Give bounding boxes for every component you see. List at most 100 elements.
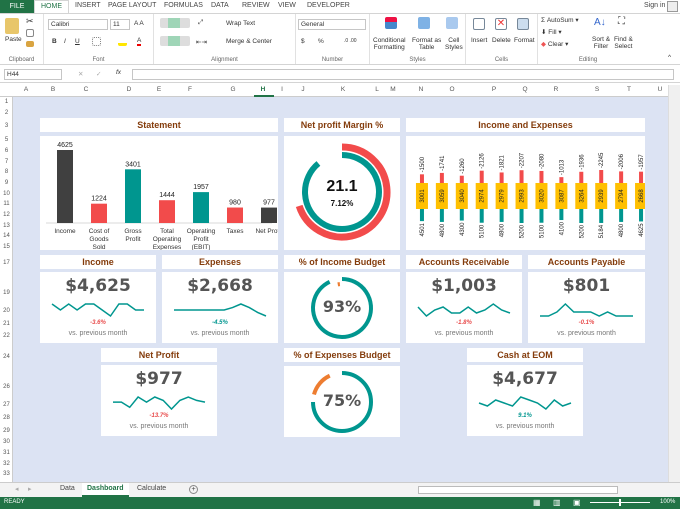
- row-header-13[interactable]: 13: [1, 223, 12, 229]
- number-format-select[interactable]: General: [298, 19, 366, 30]
- row-header-33[interactable]: 33: [1, 471, 12, 477]
- binoculars-icon[interactable]: ⛶: [618, 16, 625, 27]
- font-size-select[interactable]: 11: [110, 19, 130, 30]
- sheet-tab-calculate[interactable]: Calculate: [137, 485, 166, 492]
- row-header-29[interactable]: 29: [1, 428, 12, 434]
- column-header-D[interactable]: D: [127, 86, 132, 93]
- row-header-26[interactable]: 26: [1, 384, 12, 390]
- font-color-icon[interactable]: A: [137, 37, 142, 46]
- column-header-U[interactable]: U: [658, 86, 663, 93]
- row-header-14[interactable]: 14: [1, 233, 12, 239]
- cell-styles-button[interactable]: Cell Styles: [445, 37, 463, 51]
- row-header-10[interactable]: 10: [1, 191, 12, 197]
- column-header-P[interactable]: P: [492, 86, 496, 93]
- format-as-table-button[interactable]: Format as Table: [412, 37, 441, 51]
- row-header-9[interactable]: 9: [1, 180, 12, 186]
- column-header-M[interactable]: M: [390, 86, 395, 93]
- row-header-12[interactable]: 12: [1, 212, 12, 218]
- column-header-Q[interactable]: Q: [522, 86, 527, 93]
- column-header-R[interactable]: R: [554, 86, 559, 93]
- paste-button[interactable]: Paste: [5, 36, 22, 43]
- row-header-8[interactable]: 8: [1, 169, 12, 175]
- percent-button[interactable]: %: [318, 38, 324, 45]
- paste-icon[interactable]: [5, 18, 19, 34]
- borders-icon[interactable]: [92, 37, 101, 46]
- insert-function-icon[interactable]: fx: [116, 69, 121, 76]
- italic-button[interactable]: I: [64, 38, 66, 45]
- grow-font-icon[interactable]: A A: [134, 20, 144, 27]
- format-button[interactable]: Format: [514, 37, 535, 44]
- row-header-19[interactable]: 19: [1, 290, 12, 296]
- indent-icons[interactable]: ⇤⇥: [196, 38, 207, 46]
- delete-button[interactable]: Delete: [492, 37, 511, 44]
- tab-file[interactable]: FILE: [0, 0, 34, 13]
- sheet-tab-dashboard[interactable]: Dashboard: [82, 483, 129, 497]
- tab-insert[interactable]: INSERT: [75, 2, 101, 9]
- column-header-E[interactable]: E: [157, 86, 161, 93]
- column-header-S[interactable]: S: [595, 86, 599, 93]
- horizontal-scrollbar[interactable]: [418, 486, 618, 494]
- row-header-5[interactable]: 5: [1, 137, 12, 143]
- row-header-32[interactable]: 32: [1, 461, 12, 467]
- find-select-button[interactable]: Find & Select: [614, 36, 633, 50]
- copy-icon[interactable]: [26, 29, 34, 37]
- conditional-formatting-icon[interactable]: [385, 17, 397, 29]
- collapse-ribbon-icon[interactable]: ^: [668, 54, 671, 61]
- column-header-T[interactable]: T: [627, 86, 631, 93]
- delete-cells-icon[interactable]: ✕: [495, 18, 507, 30]
- tab-view[interactable]: VIEW: [278, 2, 296, 9]
- format-cells-icon[interactable]: [517, 18, 529, 30]
- bold-button[interactable]: B: [52, 38, 57, 45]
- font-name-select[interactable]: Calibri: [48, 19, 108, 30]
- tab-developer[interactable]: DEVELOPER: [307, 2, 350, 9]
- format-as-table-icon[interactable]: [418, 17, 430, 29]
- format-painter-icon[interactable]: [26, 41, 34, 47]
- sign-in-link[interactable]: Sign in: [644, 2, 665, 9]
- vertical-align-icons[interactable]: [160, 18, 190, 28]
- column-header-N[interactable]: N: [419, 86, 424, 93]
- row-header-24[interactable]: 24: [1, 354, 12, 360]
- sort-filter-button[interactable]: Sort & Filter: [592, 36, 610, 50]
- row-header-27[interactable]: 27: [1, 402, 12, 408]
- vertical-scrollbar[interactable]: [668, 85, 680, 482]
- row-header-6[interactable]: 6: [1, 148, 12, 154]
- row-header-2[interactable]: 2: [1, 110, 12, 116]
- tab-formulas[interactable]: FORMULAS: [164, 2, 203, 9]
- autosum-button[interactable]: Σ AutoSum ▾: [541, 16, 579, 24]
- normal-view-icon[interactable]: ▦: [533, 498, 541, 507]
- orientation-icon[interactable]: ⤢: [198, 19, 203, 27]
- column-header-I[interactable]: I: [281, 86, 283, 93]
- prev-sheet-icon[interactable]: ◂: [15, 485, 19, 493]
- tab-page-layout[interactable]: PAGE LAYOUT: [108, 2, 156, 9]
- cell-styles-icon[interactable]: [446, 17, 458, 29]
- column-header-L[interactable]: L: [375, 86, 379, 93]
- row-header-21[interactable]: 21: [1, 321, 12, 327]
- column-header-A[interactable]: A: [24, 86, 28, 93]
- tab-home[interactable]: HOME: [34, 0, 69, 14]
- user-avatar-icon[interactable]: [667, 1, 678, 12]
- row-header-31[interactable]: 31: [1, 450, 12, 456]
- name-box[interactable]: H44: [4, 69, 62, 80]
- cut-icon[interactable]: ✂: [26, 16, 34, 27]
- column-header-J[interactable]: J: [301, 86, 304, 93]
- formula-input[interactable]: [132, 69, 674, 80]
- fill-button[interactable]: ⬇ Fill ▾: [541, 28, 562, 36]
- new-sheet-icon[interactable]: +: [189, 485, 198, 494]
- horizontal-align-icons[interactable]: [160, 36, 190, 46]
- tab-data[interactable]: DATA: [211, 2, 229, 9]
- underline-button[interactable]: U: [75, 38, 80, 45]
- fill-color-icon[interactable]: [118, 37, 127, 46]
- row-header-11[interactable]: 11: [1, 201, 12, 207]
- next-sheet-icon[interactable]: ▸: [28, 485, 32, 493]
- currency-button[interactable]: $: [301, 38, 305, 45]
- column-header-H[interactable]: H: [261, 86, 266, 93]
- clear-button[interactable]: ◆ Clear ▾: [541, 40, 568, 48]
- row-header-22[interactable]: 22: [1, 333, 12, 339]
- sheet-tab-data[interactable]: Data: [60, 485, 75, 492]
- wrap-text-button[interactable]: Wrap Text: [226, 20, 255, 27]
- cancel-icon[interactable]: ✕: [78, 70, 83, 78]
- page-break-view-icon[interactable]: ▣: [573, 498, 581, 507]
- row-header-3[interactable]: 3: [1, 123, 12, 129]
- column-header-C[interactable]: C: [84, 86, 89, 93]
- tab-review[interactable]: REVIEW: [242, 2, 270, 9]
